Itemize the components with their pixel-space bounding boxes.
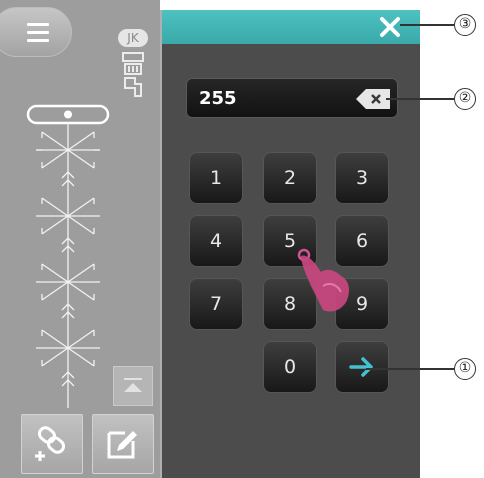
key-0[interactable]: 0 xyxy=(263,341,317,393)
pointing-hand-icon xyxy=(297,248,349,312)
link-plus-icon xyxy=(35,426,66,461)
close-x-icon xyxy=(380,17,400,37)
key-7[interactable]: 7 xyxy=(189,278,243,330)
arrow-right-icon xyxy=(349,357,373,377)
edit-pencil-icon xyxy=(107,431,137,459)
dialog-header xyxy=(162,10,420,44)
callout-line-3 xyxy=(400,24,454,26)
numeric-input-dialog: 255 1 2 3 4 5 6 7 8 9 0 xyxy=(160,10,420,478)
key-4[interactable]: 4 xyxy=(189,215,243,267)
move-to-top-icon xyxy=(124,378,142,392)
presser-foot-code: JK xyxy=(118,29,148,47)
value-display: 255 xyxy=(186,78,398,118)
callout-line-2 xyxy=(386,98,454,100)
stitch-sidebar: JK xyxy=(0,0,160,478)
move-to-top-button[interactable] xyxy=(113,366,153,406)
close-button[interactable] xyxy=(375,13,405,41)
callout-1: ① xyxy=(454,358,476,380)
key-3[interactable]: 3 xyxy=(335,152,389,204)
combine-button[interactable] xyxy=(21,414,83,474)
key-2[interactable]: 2 xyxy=(263,152,317,204)
value-text: 255 xyxy=(199,88,237,109)
stitch-preview xyxy=(26,104,110,408)
key-1[interactable]: 1 xyxy=(189,152,243,204)
callout-3: ③ xyxy=(454,14,476,36)
edit-button[interactable] xyxy=(92,414,154,474)
backspace-icon xyxy=(356,89,390,109)
menu-button[interactable] xyxy=(0,7,72,57)
callout-line-1 xyxy=(366,368,454,370)
enter-button[interactable] xyxy=(335,341,389,393)
presser-foot-icon xyxy=(122,52,144,97)
callout-2: ② xyxy=(454,88,476,110)
